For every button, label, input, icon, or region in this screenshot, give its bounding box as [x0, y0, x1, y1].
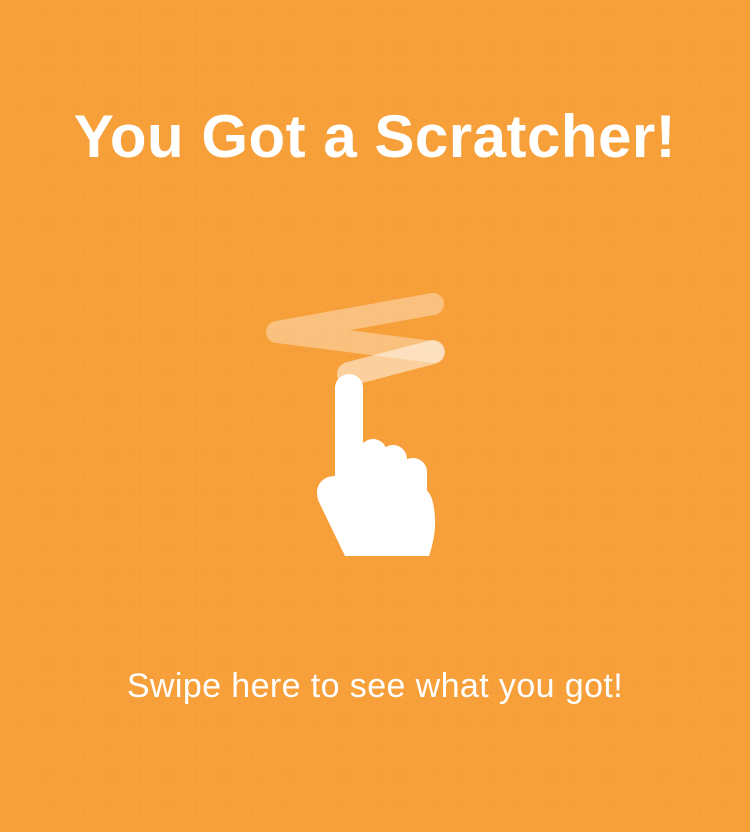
page-title: You Got a Scratcher!: [73, 103, 677, 170]
swipe-trail-icon: [266, 293, 445, 386]
scratcher-screen[interactable]: You Got a Scratcher! Swipe here to see w…: [0, 0, 750, 832]
pointing-hand-icon: [316, 374, 436, 556]
swipe-instruction: Swipe here to see what you got!: [126, 667, 624, 705]
swipe-gesture-hand-icon: [255, 288, 455, 563]
